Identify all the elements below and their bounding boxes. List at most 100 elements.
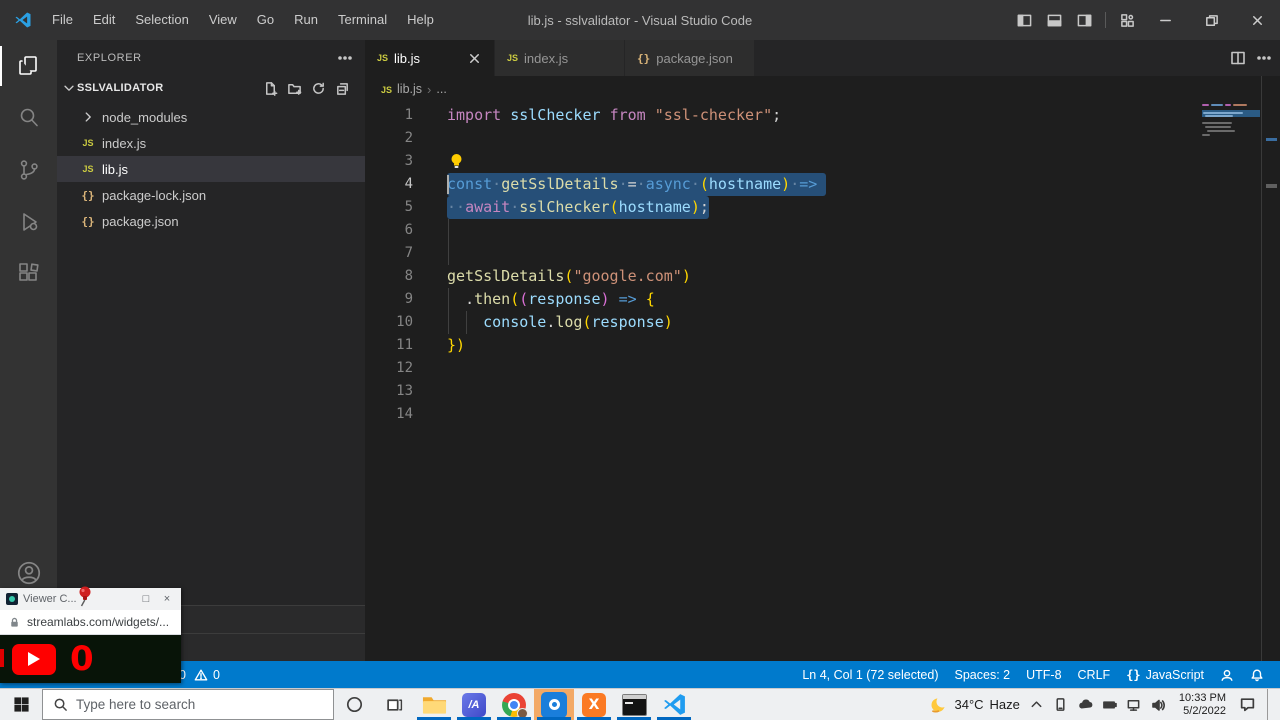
braces-icon: {} (79, 189, 97, 202)
activitybar-source-control[interactable] (0, 144, 57, 196)
file-item-node_modules[interactable]: node_modules (57, 104, 365, 130)
network-icon[interactable] (1126, 697, 1141, 712)
layout-sidebar-icon[interactable] (1009, 0, 1039, 40)
tab-close-icon[interactable] (453, 51, 482, 66)
file-label: package.json (102, 214, 179, 229)
status-label: Spaces: 2 (955, 668, 1011, 682)
activitybar-search[interactable] (0, 92, 57, 144)
file-item-index.js[interactable]: JSindex.js (57, 130, 365, 156)
code-line-2: 2 (365, 127, 1260, 150)
taskbar-app-file-explorer[interactable] (414, 689, 454, 720)
taskbar-app-xampp[interactable]: X (574, 689, 614, 720)
menu-edit[interactable]: Edit (83, 0, 125, 40)
menu-view[interactable]: View (199, 0, 247, 40)
tab-lib.js[interactable]: JSlib.js (365, 40, 495, 76)
taskbar-search[interactable] (42, 689, 334, 720)
weather-widget[interactable]: 34°C Haze (929, 695, 1020, 715)
status-label: CRLF (1078, 668, 1111, 682)
status-count: 0 (213, 668, 220, 682)
restore-button[interactable] (1188, 0, 1234, 40)
menu-terminal[interactable]: Terminal (328, 0, 397, 40)
menu-help[interactable]: Help (397, 0, 444, 40)
menu-bar: FileEditSelectionViewGoRunTerminalHelp (42, 0, 444, 40)
minimize-button[interactable] (1142, 0, 1188, 40)
widget-address-bar[interactable]: streamlabs.com/widgets/... (0, 610, 181, 635)
explorer-sidebar: EXPLORER SSLVALIDATOR node_modulesJSinde… (57, 40, 365, 661)
activitybar-extensions[interactable] (0, 248, 57, 300)
widget-title-bar[interactable]: Viewer C... □ × (0, 588, 181, 610)
folder-section-label: SSLVALIDATOR (77, 82, 164, 94)
menu-run[interactable]: Run (284, 0, 328, 40)
status-item-crlf[interactable]: CRLF (1070, 668, 1119, 682)
collapse-all-icon[interactable] (333, 79, 351, 97)
taskbar-app-terminal[interactable] (614, 689, 654, 720)
code-editor[interactable]: 1import sslChecker from "ssl-checker";23… (365, 104, 1260, 661)
explorer-toolbar (261, 79, 365, 97)
folder-section-header[interactable]: SSLVALIDATOR (57, 76, 365, 100)
more-actions-icon[interactable] (1256, 50, 1272, 66)
code-line-8: 8getSslDetails("google.com") (365, 265, 1260, 288)
close-button[interactable] (1234, 0, 1280, 40)
action-center-icon[interactable] (1239, 696, 1256, 713)
bell-icon (1250, 668, 1264, 682)
onedrive-icon[interactable] (1077, 697, 1093, 713)
taskbar-buttons (334, 689, 414, 720)
taskbar-cortana-button[interactable] (334, 689, 374, 720)
breadcrumb-file[interactable]: lib.js (397, 82, 422, 96)
chevron-up-icon[interactable] (1029, 697, 1044, 712)
activitybar-explorer[interactable] (0, 40, 57, 92)
taskbar-task-view-button[interactable] (374, 689, 414, 720)
js-icon: JS (79, 164, 97, 174)
status-item-utf-8[interactable]: UTF-8 (1018, 668, 1069, 682)
taskbar-app-chrome[interactable] (494, 689, 534, 720)
status-item-bell-icon[interactable] (1242, 668, 1272, 682)
taskbar-app-slash-a-app[interactable]: /A (454, 689, 494, 720)
minimap[interactable] (1202, 102, 1260, 174)
new-file-icon[interactable] (261, 79, 279, 97)
line-number: 8 (365, 265, 413, 288)
file-item-package.json[interactable]: {}package.json (57, 208, 365, 234)
layout-secondary-sidebar-icon[interactable] (1069, 0, 1099, 40)
tab-index.js[interactable]: JSindex.js (495, 40, 625, 76)
activitybar-run-debug[interactable] (0, 196, 57, 248)
menu-file[interactable]: File (42, 0, 83, 40)
status-item-spaces-2[interactable]: Spaces: 2 (947, 668, 1019, 682)
overview-ruler[interactable] (1262, 76, 1280, 661)
menu-selection[interactable]: Selection (125, 0, 198, 40)
show-desktop-button[interactable] (1267, 689, 1272, 720)
code-line-9: 9 .then((response) => { (365, 288, 1260, 311)
layout-panel-icon[interactable] (1039, 0, 1069, 40)
split-editor-icon[interactable] (1230, 50, 1246, 66)
customize-layout-icon[interactable] (1112, 0, 1142, 40)
menu-go[interactable]: Go (247, 0, 284, 40)
breadcrumb-more[interactable]: ... (436, 82, 446, 96)
line-content: console.log(response) (447, 311, 673, 334)
tab-bar: JSlib.jsJSindex.js{}package.json (365, 40, 1280, 76)
status-warnings[interactable]: 0 (192, 668, 222, 682)
file-item-lib.js[interactable]: JSlib.js (57, 156, 365, 182)
search-input[interactable] (76, 697, 323, 712)
battery-icon[interactable] (1102, 697, 1117, 712)
file-item-package-lock.json[interactable]: {}package-lock.json (57, 182, 365, 208)
lightbulb-icon[interactable] (449, 153, 464, 170)
phone-link-icon[interactable] (1053, 697, 1068, 712)
code-line-11: 11}) (365, 334, 1260, 357)
widget-close-button[interactable]: × (159, 593, 175, 605)
status-item-javascript[interactable]: {}JavaScript (1118, 668, 1212, 682)
widget-restore-button[interactable]: □ (138, 593, 154, 605)
explorer-more-actions-icon[interactable] (337, 50, 353, 66)
status-item-feedback-icon[interactable] (1212, 668, 1242, 682)
taskbar-app-vscode[interactable] (654, 689, 694, 720)
line-number: 13 (365, 380, 413, 403)
tab-package.json[interactable]: {}package.json (625, 40, 755, 76)
taskbar-clock[interactable]: 10:33 PM 5/2/2022 (1175, 692, 1230, 718)
refresh-icon[interactable] (309, 79, 327, 97)
tab-label: lib.js (394, 51, 420, 66)
windows-start-icon[interactable] (0, 689, 42, 720)
volume-icon[interactable] (1150, 697, 1166, 713)
new-folder-icon[interactable] (285, 79, 303, 97)
file-explorer-icon (422, 694, 447, 716)
status-item-ln-4-col-1-72-selected-[interactable]: Ln 4, Col 1 (72 selected) (794, 668, 946, 682)
taskbar-app-streamlabs[interactable] (534, 689, 574, 720)
explorer-header-label: EXPLORER (77, 52, 142, 64)
